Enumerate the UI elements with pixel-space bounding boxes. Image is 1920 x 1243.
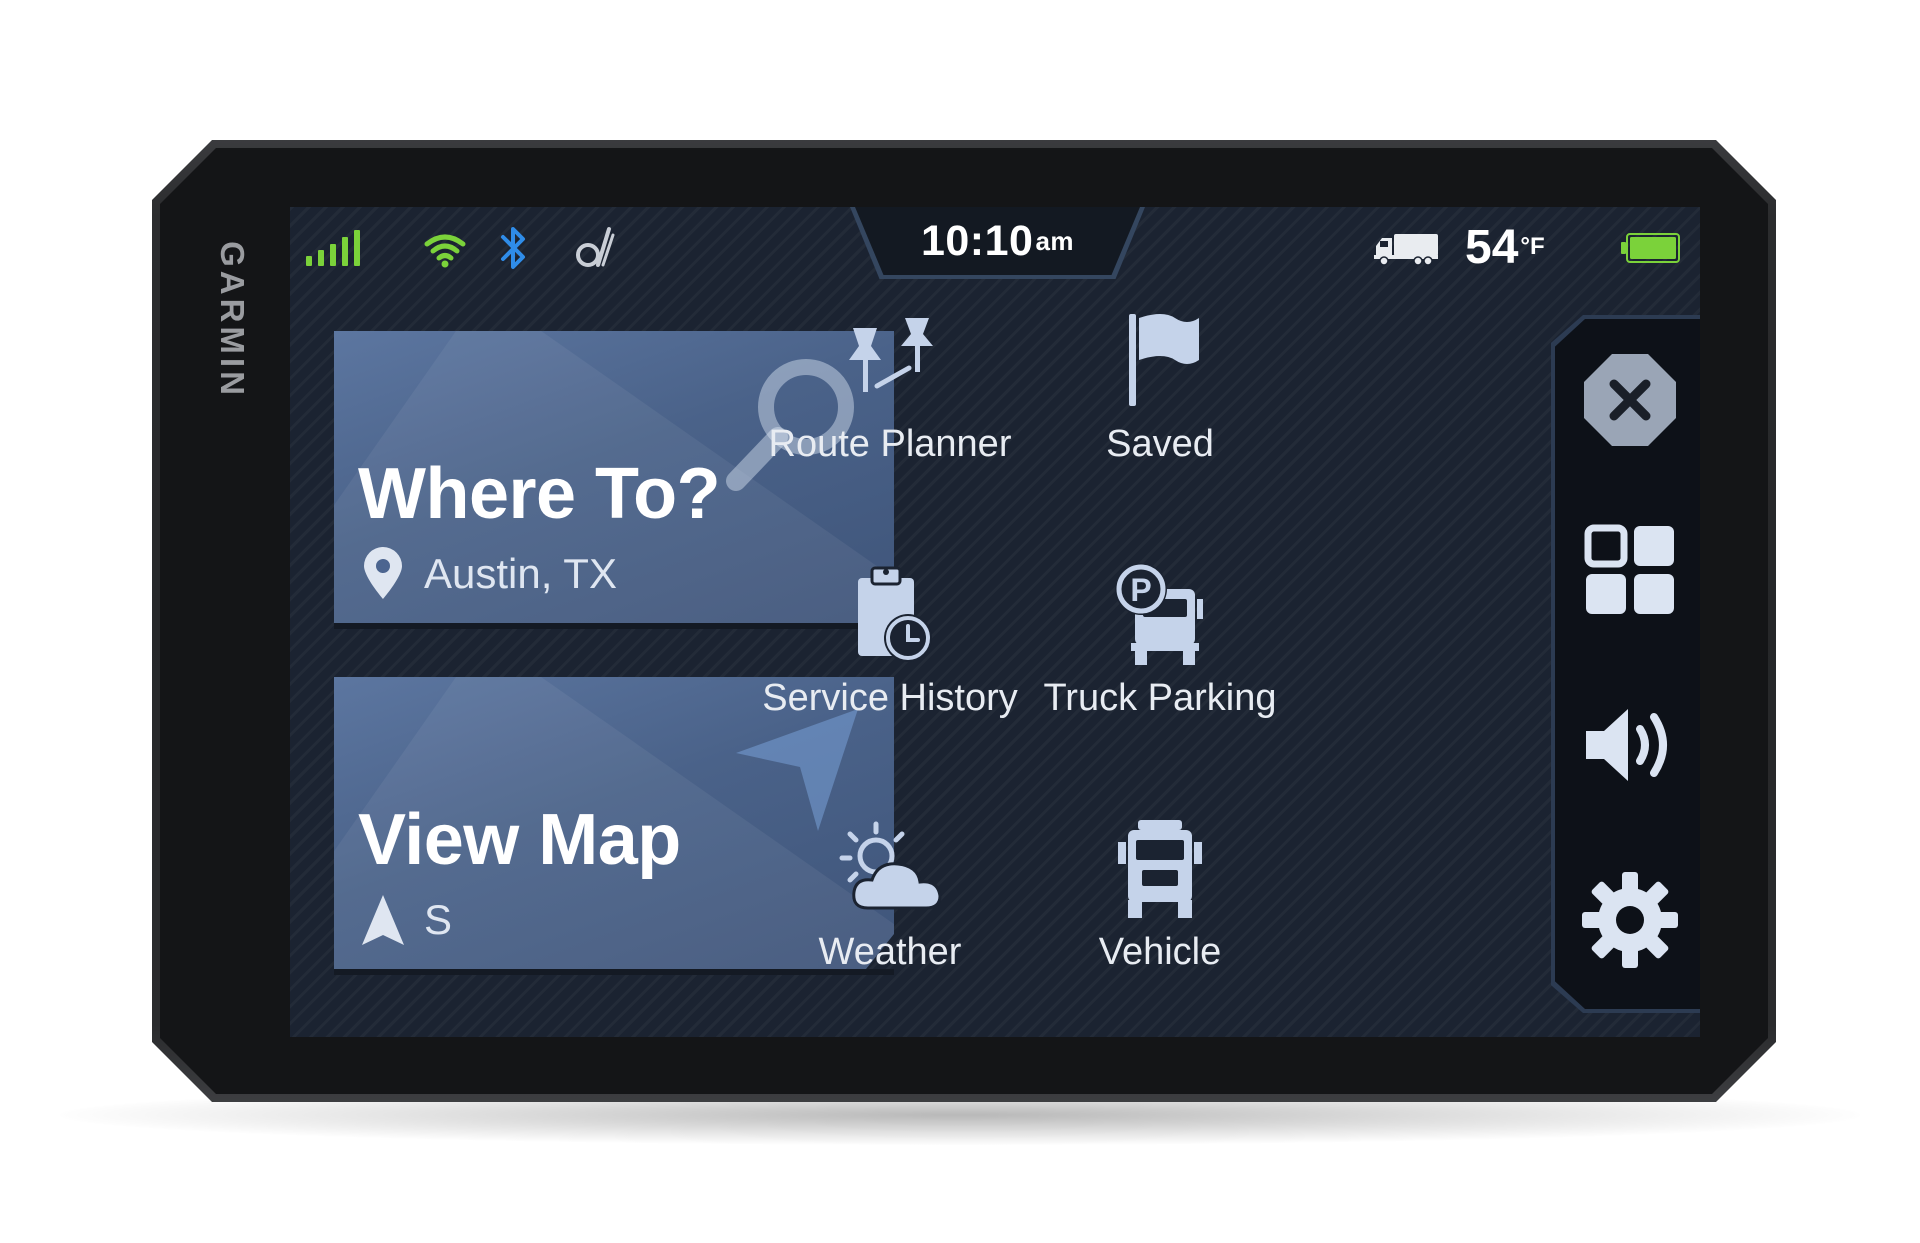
where-to-location: Austin, TX [360, 547, 617, 601]
route-planner-button[interactable]: Route Planner [755, 305, 1025, 505]
volume-icon [1582, 703, 1678, 792]
vehicle-icon [1025, 813, 1295, 923]
temperature-value: 54 [1465, 220, 1519, 274]
temperature: 54 °F [1465, 217, 1575, 277]
apps-button[interactable] [1575, 517, 1685, 627]
truck-parking-icon: P [1025, 559, 1295, 669]
apps-grid-icon [1582, 522, 1678, 623]
settings-icon [1580, 870, 1680, 975]
screen: 10:10 am 54 °F Where To? Austin, TX View… [290, 207, 1700, 1037]
truck-parking-button[interactable]: P Truck Parking [1025, 559, 1295, 759]
flag-icon [1025, 305, 1295, 415]
truck-icon [1370, 225, 1442, 271]
close-button[interactable] [1575, 347, 1685, 457]
weather-button[interactable]: Weather [755, 813, 1025, 1013]
service-history-icon [755, 559, 1025, 669]
saved-button[interactable]: Saved [1025, 305, 1295, 505]
service-history-label: Service History [762, 677, 1018, 719]
vehicle-button[interactable]: Vehicle [1025, 813, 1295, 1013]
signal-bars-icon [302, 225, 370, 271]
brand-logo-text: GARMIN [214, 241, 252, 399]
view-map-heading-text: S [424, 896, 453, 943]
drive-link-icon [572, 223, 616, 273]
truck-parking-label: Truck Parking [1043, 677, 1277, 719]
view-map-title: View Map [358, 800, 681, 880]
close-icon [1582, 352, 1678, 453]
saved-label: Saved [1106, 423, 1214, 465]
wifi-icon [420, 227, 470, 271]
heading-arrow-icon [360, 893, 406, 947]
clock-tab: 10:10 am [855, 207, 1140, 275]
volume-button[interactable] [1575, 692, 1685, 802]
vehicle-label: Vehicle [1098, 931, 1222, 973]
service-history-button[interactable]: Service History [755, 559, 1025, 759]
where-to-title: Where To? [358, 454, 721, 534]
route-planner-icon [755, 305, 1025, 415]
clock-time: 10:10 [920, 216, 1034, 265]
weather-icon [755, 813, 1025, 923]
where-to-location-text: Austin, TX [424, 550, 617, 597]
bluetooth-icon [496, 223, 532, 273]
settings-button[interactable] [1575, 867, 1685, 977]
brand-logo: GARMIN [210, 215, 254, 425]
clock-suffix: am [1035, 225, 1075, 256]
route-planner-label: Route Planner [768, 423, 1012, 465]
battery-icon [1620, 229, 1682, 267]
view-map-heading: S [360, 893, 452, 947]
weather-label: Weather [818, 931, 962, 973]
location-pin-icon [360, 547, 406, 601]
svg-text:P: P [1130, 572, 1151, 608]
temperature-unit: °F [1520, 233, 1545, 260]
